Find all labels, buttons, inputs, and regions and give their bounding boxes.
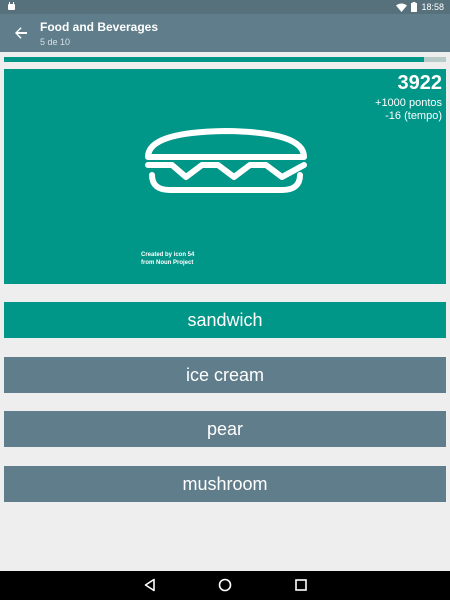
image-credit: Created by icon 54 from Noun Project <box>141 251 194 267</box>
question-counter: 5 de 10 <box>40 37 71 47</box>
answer-button-ice-cream[interactable]: ice cream <box>4 357 446 393</box>
score-details: +1000 pontos -16 (tempo) <box>375 97 442 123</box>
credit-line-1: Created by icon 54 <box>141 252 195 258</box>
back-arrow-icon[interactable] <box>12 24 30 42</box>
nav-back-icon[interactable] <box>143 578 157 592</box>
app-bar: Food and Beverages 5 de 10 <box>0 14 450 52</box>
page-title: Food and Beverages <box>40 20 159 34</box>
answer-label: pear <box>206 418 244 439</box>
answer-label: sandwich <box>187 309 263 330</box>
time-penalty: -16 (tempo) <box>385 110 442 122</box>
answer-button-pear[interactable]: pear <box>4 411 446 447</box>
question-card: 3922 +1000 pontos -16 (tempo) Created by… <box>4 69 446 284</box>
answer-label: mushroom <box>182 473 268 494</box>
sandwich-icon <box>145 128 307 193</box>
nav-home-icon[interactable] <box>218 578 232 592</box>
answer-label: ice cream <box>185 364 265 385</box>
quiz-progress-bar <box>4 57 446 62</box>
navigation-bar <box>0 571 450 600</box>
wifi-icon <box>396 3 408 12</box>
battery-icon <box>411 2 418 12</box>
status-time: 18:58 <box>421 2 444 12</box>
bonus-points: +1000 pontos <box>375 97 442 109</box>
score-value: 3922 <box>397 72 443 94</box>
status-bar: 18:58 <box>0 0 450 14</box>
credit-line-2: from Noun Project <box>141 260 194 266</box>
nav-recents-icon[interactable] <box>294 578 308 592</box>
quiz-progress-fill <box>4 57 424 62</box>
answer-button-sandwich[interactable]: sandwich <box>4 302 446 338</box>
answer-button-mushroom[interactable]: mushroom <box>4 466 446 502</box>
android-notification-icon <box>8 2 15 10</box>
